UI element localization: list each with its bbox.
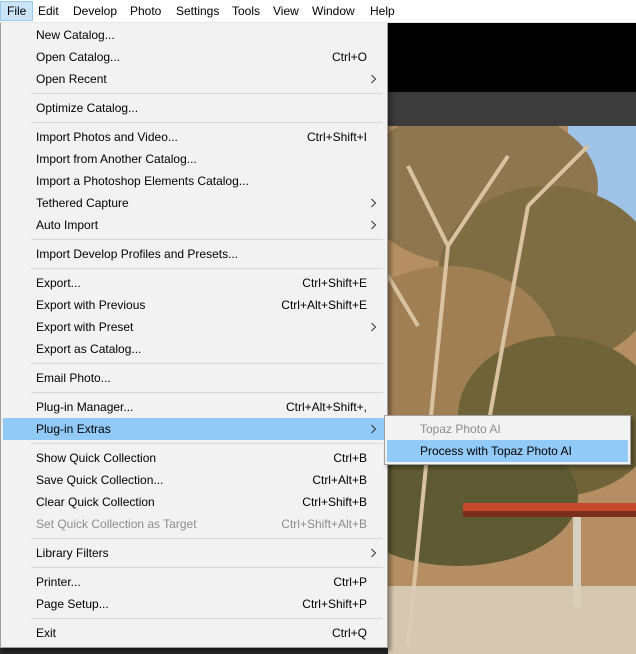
chevron-right-icon [371, 74, 376, 84]
app-toolbar-strip [388, 92, 636, 126]
photo-preview [388, 126, 636, 654]
menu-item-label: Open Recent [36, 72, 107, 86]
menu-separator [31, 392, 383, 393]
menu-item-open-catalog[interactable]: Open Catalog... Ctrl+O [3, 46, 385, 68]
file-menu-dropdown: New Catalog... Open Catalog... Ctrl+O Op… [0, 22, 388, 648]
menu-item-shortcut: Ctrl+Alt+Shift+E [281, 298, 367, 312]
menu-item-import-photos[interactable]: Import Photos and Video... Ctrl+Shift+I [3, 126, 385, 148]
menu-item-label: Save Quick Collection... [36, 473, 164, 487]
menu-item-label: Import from Another Catalog... [36, 152, 197, 166]
menu-item-shortcut: Ctrl+Shift+P [302, 597, 367, 611]
menu-item-label: Library Filters [36, 546, 109, 560]
menu-file[interactable]: File [0, 1, 34, 21]
menu-item-label: Auto Import [36, 218, 99, 232]
menu-item-label: Plug-in Manager... [36, 400, 134, 414]
menu-item-label: Export with Previous [36, 298, 146, 312]
menu-item-shortcut: Ctrl+P [333, 575, 367, 589]
menu-item-auto-import[interactable]: Auto Import [3, 214, 385, 236]
menu-item-import-elements-catalog[interactable]: Import a Photoshop Elements Catalog... [3, 170, 385, 192]
menu-item-label: Export as Catalog... [36, 342, 142, 356]
menu-separator [31, 363, 383, 364]
menu-separator [31, 268, 383, 269]
menu-item-shortcut: Ctrl+Q [331, 626, 367, 640]
menu-item-export-with-preset[interactable]: Export with Preset [3, 316, 385, 338]
menu-item-label: Page Setup... [36, 597, 109, 611]
menu-separator [31, 93, 383, 94]
menu-item-label: Export with Preset [36, 320, 134, 334]
menu-item-label: Set Quick Collection as Target [36, 517, 197, 531]
chevron-right-icon [371, 424, 376, 434]
menu-item-label: New Catalog... [36, 28, 115, 42]
menu-item-export[interactable]: Export... Ctrl+Shift+E [3, 272, 385, 294]
menu-item-label: Import Photos and Video... [36, 130, 178, 144]
menu-item-plugin-manager[interactable]: Plug-in Manager... Ctrl+Alt+Shift+, [3, 396, 385, 418]
menu-item-shortcut: Ctrl+Shift+I [306, 130, 367, 144]
menu-tools[interactable]: Tools [226, 1, 266, 21]
menu-item-import-another-catalog[interactable]: Import from Another Catalog... [3, 148, 385, 170]
menu-settings[interactable]: Settings [170, 1, 225, 21]
menu-item-label: Show Quick Collection [36, 451, 157, 465]
submenu-item-process-with-topaz[interactable]: Process with Topaz Photo AI [387, 440, 628, 462]
submenu-item-label: Topaz Photo AI [420, 422, 501, 436]
menu-item-shortcut: Ctrl+Shift+B [302, 495, 367, 509]
menu-separator [31, 538, 383, 539]
chevron-right-icon [371, 198, 376, 208]
chevron-right-icon [371, 548, 376, 558]
menu-item-export-as-catalog[interactable]: Export as Catalog... [3, 338, 385, 360]
menu-separator [31, 443, 383, 444]
menu-item-printer[interactable]: Printer... Ctrl+P [3, 571, 385, 593]
submenu-item-topaz-photo-ai: Topaz Photo AI [387, 418, 628, 440]
menu-item-export-with-previous[interactable]: Export with Previous Ctrl+Alt+Shift+E [3, 294, 385, 316]
menu-edit[interactable]: Edit [32, 1, 65, 21]
menu-item-shortcut: Ctrl+Shift+Alt+B [281, 517, 367, 531]
app-top-panel [388, 22, 636, 92]
menu-item-save-quick-collection[interactable]: Save Quick Collection... Ctrl+Alt+B [3, 469, 385, 491]
menu-item-shortcut: Ctrl+Shift+E [302, 276, 367, 290]
menu-item-shortcut: Ctrl+Alt+Shift+, [285, 400, 367, 414]
menu-item-label: Tethered Capture [36, 196, 129, 210]
menu-develop[interactable]: Develop [67, 1, 123, 21]
menu-view[interactable]: View [267, 1, 305, 21]
menu-item-label: Optimize Catalog... [36, 101, 139, 115]
menu-item-label: Export... [36, 276, 81, 290]
menu-item-show-quick-collection[interactable]: Show Quick Collection Ctrl+B [3, 447, 385, 469]
chevron-right-icon [371, 220, 376, 230]
menu-window[interactable]: Window [306, 1, 361, 21]
menu-item-new-catalog[interactable]: New Catalog... [3, 24, 385, 46]
menu-item-page-setup[interactable]: Page Setup... Ctrl+Shift+P [3, 593, 385, 615]
menu-separator [31, 618, 383, 619]
menu-item-exit[interactable]: Exit Ctrl+Q [3, 622, 385, 644]
menu-bar: File Edit Develop Photo Settings Tools V… [0, 0, 636, 23]
menu-help[interactable]: Help [364, 1, 401, 21]
menu-item-open-recent[interactable]: Open Recent [3, 68, 385, 90]
menu-item-set-quick-collection-target: Set Quick Collection as Target Ctrl+Shif… [3, 513, 385, 535]
menu-item-email-photo[interactable]: Email Photo... [3, 367, 385, 389]
menu-item-clear-quick-collection[interactable]: Clear Quick Collection Ctrl+Shift+B [3, 491, 385, 513]
menu-item-label: Import Develop Profiles and Presets... [36, 247, 239, 261]
menu-separator [31, 567, 383, 568]
menu-item-label: Plug-in Extras [36, 422, 111, 436]
menu-item-shortcut: Ctrl+Alt+B [312, 473, 367, 487]
menu-item-plugin-extras[interactable]: Plug-in Extras [3, 418, 385, 440]
menu-photo[interactable]: Photo [124, 1, 167, 21]
submenu-item-label: Process with Topaz Photo AI [420, 444, 572, 458]
menu-item-tethered-capture[interactable]: Tethered Capture [3, 192, 385, 214]
plugin-extras-submenu: Topaz Photo AI Process with Topaz Photo … [384, 415, 631, 465]
menu-item-import-develop-profiles[interactable]: Import Develop Profiles and Presets... [3, 243, 385, 265]
menu-item-shortcut: Ctrl+O [331, 50, 367, 64]
menu-item-label: Exit [36, 626, 57, 640]
menu-separator [31, 239, 383, 240]
menu-item-optimize-catalog[interactable]: Optimize Catalog... [3, 97, 385, 119]
menu-item-label: Email Photo... [36, 371, 111, 385]
menu-separator [31, 122, 383, 123]
menu-item-label: Clear Quick Collection [36, 495, 155, 509]
menu-item-label: Import a Photoshop Elements Catalog... [36, 174, 249, 188]
menu-item-shortcut: Ctrl+B [333, 451, 367, 465]
chevron-right-icon [371, 322, 376, 332]
menu-item-library-filters[interactable]: Library Filters [3, 542, 385, 564]
menu-item-label: Open Catalog... [36, 50, 121, 64]
menu-item-label: Printer... [36, 575, 81, 589]
